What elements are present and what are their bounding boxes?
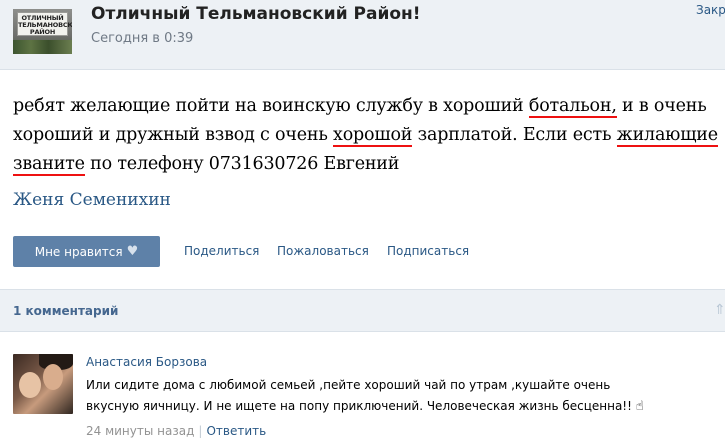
close-link[interactable]: Закр (696, 3, 725, 17)
comments-header: 1 комментарий ⇑ (0, 289, 725, 332)
misspelled-word: хорошой (333, 125, 413, 147)
report-link[interactable]: Пожаловаться (277, 244, 369, 258)
subscribe-link[interactable]: Подписаться (387, 244, 469, 258)
misspelled-word: ботальон, (528, 96, 617, 118)
reply-link[interactable]: Ответить (206, 424, 266, 438)
post-text: ребят желающие пойти на воинскую службу … (13, 92, 718, 179)
comment-text: Или сидите дома с любимой семьей ,пейте … (86, 375, 666, 417)
group-name-link[interactable]: Отличный Тельмановский Район! (91, 4, 421, 24)
post-signer-link[interactable]: Женя Семенихин (13, 190, 171, 210)
comment-body: Или сидите дома с любимой семьей ,пейте … (86, 378, 636, 413)
comment-avatar[interactable] (13, 354, 73, 414)
group-avatar[interactable]: ОТЛИЧНЫЙ ТЕЛЬМАНОВСКИЙ РАЙОН (13, 9, 72, 54)
comments-count[interactable]: 1 комментарий (13, 304, 118, 318)
like-button[interactable]: Мне нравится ♥ (13, 236, 160, 267)
avatar-sign-text: ОТЛИЧНЫЙ ТЕЛЬМАНОВСКИЙ РАЙОН (17, 12, 72, 36)
like-button-label: Мне нравится (34, 244, 123, 259)
pointing-finger-icon: ☝ (635, 399, 644, 414)
arrow-up-icon[interactable]: ⇑ (714, 302, 725, 318)
post-text-segment: по телефону 0731630726 Евгений (84, 154, 400, 174)
post-timestamp[interactable]: Сегодня в 0:39 (91, 31, 193, 46)
misspelled-word: жилающие (616, 125, 718, 147)
comment-meta: 24 минуты назад | Ответить (86, 424, 266, 438)
misspelled-word: званите (13, 154, 85, 176)
post-text-segment: ребят желающие пойти на воинскую службу … (13, 96, 529, 116)
post-header: ОТЛИЧНЫЙ ТЕЛЬМАНОВСКИЙ РАЙОН Отличный Те… (0, 0, 725, 70)
comment-time[interactable]: 24 минуты назад (86, 424, 194, 438)
share-link[interactable]: Поделиться (184, 244, 259, 258)
avatar-trees (13, 40, 72, 54)
meta-separator: | (198, 424, 203, 438)
post-text-segment: зарплатой. Если есть (412, 125, 617, 145)
heart-icon: ♥ (126, 244, 139, 259)
comment-author-link[interactable]: Анастасия Борзова (86, 355, 207, 369)
